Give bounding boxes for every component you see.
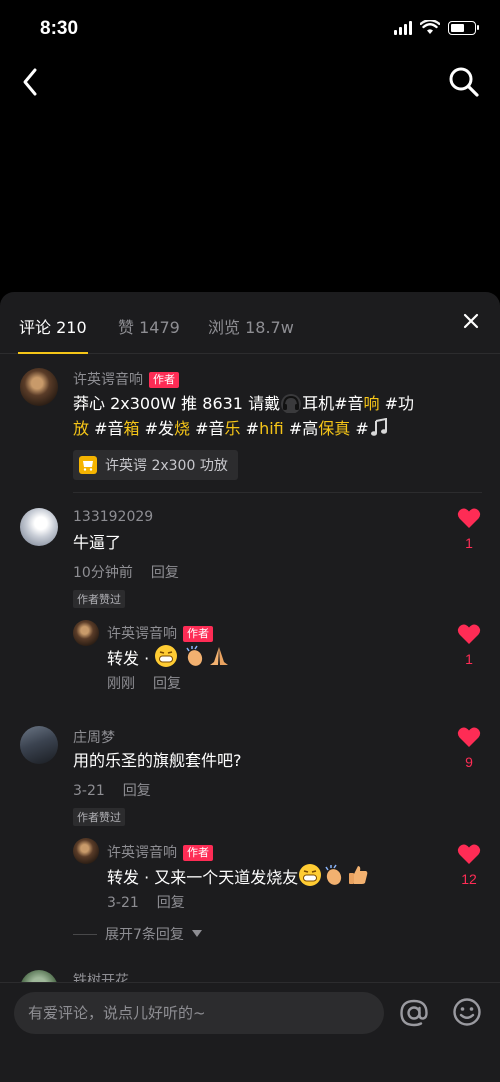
reply-button[interactable]: 回复 (151, 565, 179, 581)
status-time: 8:30 (40, 18, 79, 39)
comment-text: 用的乐圣的旗舰套件吧? (73, 751, 242, 770)
reply-text: 转发 · 又来一个天道发烧友 (107, 863, 370, 890)
product-link[interactable]: 许英谔 2x300 功放 (73, 450, 238, 480)
comment-item: 133192029 牛逼了 10分钟前 回复 作者赞过 1 许英谔音响 作者 转发 … (0, 502, 500, 722)
post-author-name: 许英谔音响 (73, 372, 143, 388)
reply-meta: 刚刚 回复 (107, 673, 181, 693)
like-button[interactable]: 12 (456, 843, 482, 887)
avatar[interactable] (73, 620, 99, 646)
author-liked-tag: 作者赞过 (73, 590, 125, 608)
headphones-icon (281, 394, 302, 413)
product-label: 许英谔 2x300 功放 (105, 458, 228, 474)
like-count: 1 (465, 651, 473, 667)
divider (73, 492, 482, 493)
reply-button[interactable]: 回复 (123, 783, 151, 799)
comment-item: 庄周梦 用的乐圣的旗舰套件吧? 3-21 回复 作者赞过 9 许英谔音响 作者 转发… (0, 722, 500, 962)
like-button[interactable]: 1 (456, 623, 482, 667)
like-button[interactable]: 9 (456, 726, 482, 770)
clap-emoji-icon (186, 645, 203, 666)
like-button[interactable]: 1 (456, 507, 482, 551)
tab-views[interactable]: 浏览 18.7w (208, 314, 294, 338)
reply-author-name: 许英谔音响 (107, 626, 177, 642)
comment-time: 3-21 (73, 783, 105, 799)
clap-emoji-icon (325, 864, 342, 885)
thumbs-up-emoji-icon (349, 866, 368, 884)
author-tag: 作者 (183, 626, 213, 642)
author-tag: 作者 (149, 372, 179, 388)
tab-likes[interactable]: 赞 1479 (118, 314, 180, 338)
expand-label: 展开7条回复 (105, 927, 184, 943)
search-icon[interactable] (448, 66, 480, 98)
author-tag: 作者 (183, 845, 213, 861)
grin-emoji-icon (299, 864, 322, 886)
expand-replies-button[interactable]: 展开7条回复 (73, 924, 202, 944)
heart-icon (457, 844, 481, 864)
shopping-cart-icon (79, 456, 97, 474)
emoji-icon[interactable] (452, 997, 482, 1027)
comment-input-bar (0, 982, 500, 1082)
like-count: 12 (461, 871, 477, 887)
back-arrow-icon[interactable] (16, 64, 46, 100)
avatar[interactable] (73, 838, 99, 864)
reply-button[interactable]: 回复 (157, 895, 185, 911)
comment-input[interactable] (14, 992, 384, 1034)
reply-time: 3-21 (107, 895, 139, 911)
comment-time: 10分钟前 (73, 565, 133, 581)
battery-icon (448, 20, 479, 35)
comment-meta: 3-21 回复 (73, 780, 151, 800)
status-bar: 8:30 (0, 0, 500, 60)
comment-sheet: 评论 210 赞 1479 浏览 18.7w 许英谔音响 作者 莽心 2x300W… (0, 292, 500, 1082)
comment-username[interactable]: 133192029 (73, 509, 153, 525)
mention-icon[interactable] (398, 997, 430, 1029)
reply-button[interactable]: 回复 (153, 676, 181, 692)
status-icons (394, 20, 479, 35)
avatar[interactable] (20, 508, 58, 546)
comment-text: 牛逼了 (73, 533, 122, 552)
tab-comments[interactable]: 评论 210 (19, 314, 87, 338)
heart-icon (457, 508, 481, 528)
top-nav (0, 58, 500, 108)
music-note-icon (370, 418, 387, 436)
comment-username[interactable]: 庄周梦 (73, 727, 115, 747)
author-liked-tag: 作者赞过 (73, 808, 125, 826)
avatar[interactable] (20, 726, 58, 764)
reply-author[interactable]: 许英谔音响 作者 (107, 842, 213, 862)
comment-meta: 10分钟前 回复 (73, 562, 179, 582)
avatar[interactable] (20, 368, 58, 406)
reply-author-name: 许英谔音响 (107, 845, 177, 861)
reply-author[interactable]: 许英谔音响 作者 (107, 623, 213, 643)
pray-emoji-icon (210, 647, 229, 665)
reply-text: 转发 · (107, 644, 231, 671)
close-icon[interactable] (462, 312, 480, 330)
reply-time: 刚刚 (107, 676, 135, 692)
heart-icon (457, 624, 481, 644)
like-count: 1 (465, 535, 473, 551)
caret-down-icon (191, 930, 202, 937)
like-count: 9 (465, 754, 473, 770)
grin-emoji-icon (155, 645, 178, 667)
comment-tabs: 评论 210 赞 1479 浏览 18.7w (0, 292, 500, 354)
signal-icon (394, 20, 412, 35)
wifi-icon (420, 20, 440, 34)
post-text: 莽心 2x300W 推 8631 请戴 耳机#音响 #功放 #音箱 #发烧 #音乐… (73, 394, 415, 438)
heart-icon (457, 727, 481, 747)
reply-meta: 3-21 回复 (107, 892, 185, 912)
post-author[interactable]: 许英谔音响 作者 (73, 369, 179, 389)
author-post: 许英谔音响 作者 莽心 2x300W 推 8631 请戴 耳机#音响 #功放 #音箱… (0, 354, 500, 499)
